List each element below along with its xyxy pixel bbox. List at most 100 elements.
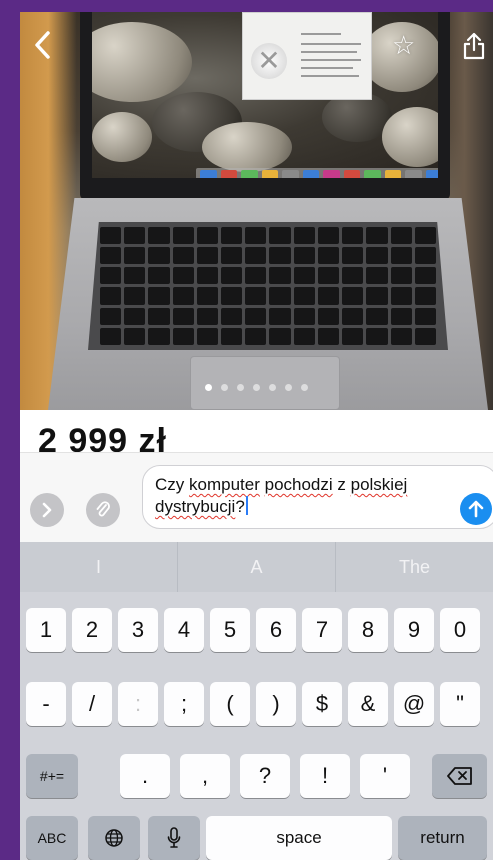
laptop-key [196,267,219,285]
about-this-mac-window: ✕ [242,12,372,100]
laptop-key [221,227,243,245]
key-ampersand[interactable]: & [348,682,388,726]
laptop-key [342,287,364,305]
laptop-key [124,307,146,325]
back-button[interactable] [32,30,54,66]
laptop-key [221,247,243,265]
laptop-key [148,307,170,325]
laptop-key [366,307,388,325]
laptop-key [342,327,364,345]
key-slash[interactable]: / [72,682,112,726]
laptop-key [124,247,146,265]
key-4[interactable]: 4 [164,608,204,652]
key-more-symbols[interactable]: #+= [26,754,78,798]
laptop-key [221,307,243,325]
key-comma[interactable]: , [180,754,230,798]
key-question[interactable]: ? [240,754,290,798]
gallery-dot[interactable] [205,384,212,391]
key-colon[interactable]: : [118,682,158,726]
key-period[interactable]: . [120,754,170,798]
suggestion-3[interactable]: The [335,542,493,592]
key-dollar[interactable]: $ [302,682,342,726]
key-hyphen[interactable]: - [26,682,66,726]
laptop-key [124,327,146,345]
gallery-dot[interactable] [301,384,308,391]
gallery-dot[interactable] [269,384,276,391]
key-5[interactable]: 5 [210,608,250,652]
key-1[interactable]: 1 [26,608,66,652]
keyboard-row-symbols: #+= . , ? ! ' [20,754,493,798]
laptop-key [293,267,315,285]
key-2[interactable]: 2 [72,608,112,652]
keyboard-row-bottom: ABC space return [20,816,493,860]
laptop-key [221,287,243,305]
laptop-key [148,267,170,285]
laptop-key [124,287,146,305]
delete-key[interactable] [432,754,487,798]
gallery-page-indicator[interactable] [20,384,493,391]
laptop-key [366,327,388,345]
key-3[interactable]: 3 [118,608,158,652]
laptop-key [245,267,267,285]
backspace-icon [446,767,472,785]
gallery-dot[interactable] [221,384,228,391]
laptop-key [196,307,219,325]
key-7[interactable]: 7 [302,608,342,652]
message-text-part: z [332,475,351,494]
laptop-key [366,227,388,245]
key-9[interactable]: 9 [394,608,434,652]
gallery-dot[interactable] [285,384,292,391]
laptop-keyboard [88,222,448,350]
message-input[interactable]: Czy komputer pochodzi z polskiej dystryb… [142,465,493,529]
key-6[interactable]: 6 [256,608,296,652]
laptop-key [293,327,315,345]
next-button[interactable] [30,493,64,527]
keyboard-row-punctuation: - / : ; ( ) $ & @ " [20,682,493,726]
laptop-key [342,247,364,265]
key-quote[interactable]: " [440,682,480,726]
key-open-paren[interactable]: ( [210,682,250,726]
text-cursor [245,496,248,515]
message-composer: Czy komputer pochodzi z polskiej dystryb… [20,452,493,542]
laptop-key [414,247,436,265]
listing-photo[interactable]: ✕ ☆ [20,12,493,410]
laptop-key [124,227,146,245]
key-space[interactable]: space [206,816,392,860]
laptop-key [172,287,194,305]
favorite-button[interactable]: ☆ [392,30,415,60]
key-dictation[interactable] [148,816,200,860]
laptop-key [414,267,436,285]
share-button[interactable] [462,32,486,60]
key-return[interactable]: return [398,816,487,860]
send-button[interactable] [460,493,492,525]
attach-button[interactable] [86,493,120,527]
chevron-left-icon [35,31,50,59]
key-abc[interactable]: ABC [26,816,78,860]
window-text-line [301,33,341,35]
key-exclamation[interactable]: ! [300,754,350,798]
keyboard: I A The 1 2 3 4 5 6 7 8 9 0 - / : ; ( ) … [20,542,493,860]
message-text-part-misspelled: dystrybucji [155,497,236,516]
globe-icon [105,829,123,847]
key-at[interactable]: @ [394,682,434,726]
gallery-dot[interactable] [253,384,260,391]
key-0[interactable]: 0 [440,608,480,652]
suggestion-1[interactable]: I [20,542,177,592]
os-logo: ✕ [251,43,287,79]
key-close-paren[interactable]: ) [256,682,296,726]
gallery-dot[interactable] [237,384,244,391]
key-globe[interactable] [88,816,140,860]
laptop-key [245,327,267,345]
key-semicolon[interactable]: ; [164,682,204,726]
key-apostrophe[interactable]: ' [360,754,410,798]
laptop-key [269,307,291,325]
laptop-key [100,267,122,285]
laptop-key [148,287,170,305]
suggestion-2[interactable]: A [177,542,335,592]
laptop-key [390,307,412,325]
laptop-key [148,247,170,265]
laptop-key [221,267,243,285]
laptop-key [172,327,194,345]
laptop-key [317,287,340,305]
key-8[interactable]: 8 [348,608,388,652]
